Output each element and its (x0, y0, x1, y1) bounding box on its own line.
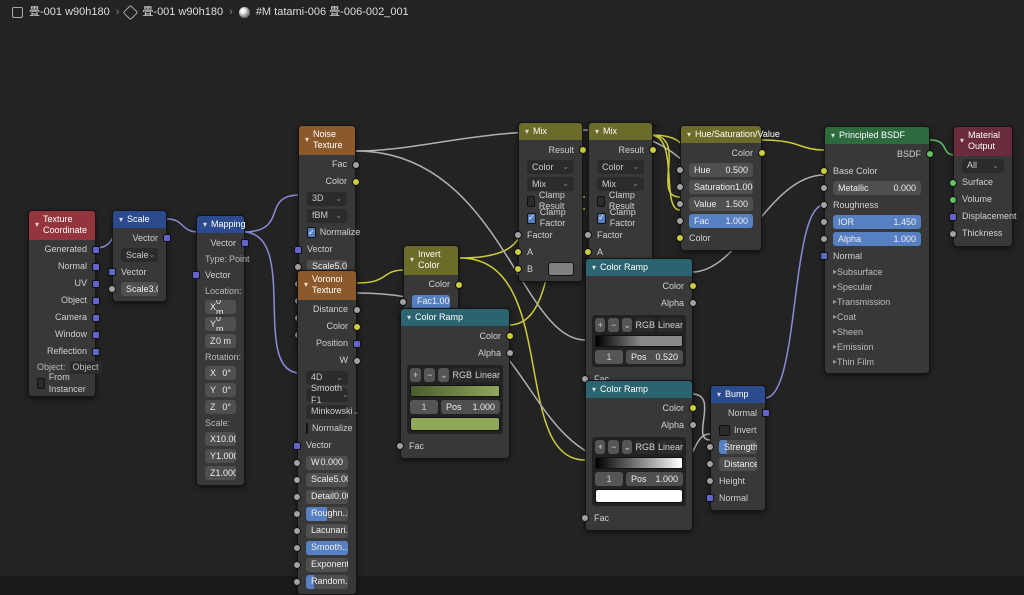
out-window: Window (55, 329, 87, 340)
loc-x[interactable]: X0 m (205, 300, 236, 314)
node-header[interactable]: Invert Color (404, 246, 458, 275)
out-vector: Vector (132, 233, 158, 244)
node-texture-coordinate[interactable]: Texture Coordinate Generated Normal UV O… (28, 210, 96, 397)
ramp-color[interactable] (410, 417, 500, 431)
node-scale[interactable]: Scale Vector Scale Vector Scale3.000 (112, 210, 167, 302)
node-header[interactable]: Mix (519, 123, 582, 140)
noise-type[interactable]: fBM (307, 209, 347, 223)
out-normal: Normal (58, 261, 87, 272)
out-color: Color (325, 176, 347, 187)
normalize-checkbox[interactable]: Normalize (306, 423, 348, 434)
material-icon (239, 7, 250, 18)
node-material-output[interactable]: Material Output All Surface Volume Displ… (953, 126, 1013, 247)
bc-material[interactable]: #M tatami-006 畳-006-002_001 (256, 6, 409, 20)
chevron-right-icon: › (116, 6, 120, 20)
breadcrumb: 畳-001 w90h180 › 畳-001 w90h180 › #M tatam… (12, 6, 409, 20)
voronoi-metric[interactable]: Minkowski (306, 405, 348, 419)
node-bump[interactable]: Bump Normal Invert Strength0.200 Distanc… (710, 385, 766, 511)
in-vector: Vector (121, 267, 147, 278)
node-mix-1[interactable]: Mix Result Color Mix Clamp Result ✓Clamp… (518, 122, 583, 282)
out-uv: UV (74, 278, 87, 289)
node-color-ramp-2[interactable]: Color Ramp Color Alpha +−⌄RGBLinear 1Pos… (585, 258, 693, 392)
node-color-ramp-1[interactable]: Color Ramp Color Alpha +−⌄RGBLinear 1Pos… (400, 308, 510, 459)
rot-y[interactable]: Y0° (205, 383, 236, 397)
node-principled-bsdf[interactable]: Principled BSDF BSDF Base Color Metallic… (824, 126, 930, 374)
scale-y[interactable]: Y1.000 (205, 449, 236, 463)
scale-x[interactable]: X10.000 (205, 432, 236, 446)
chevron-right-icon: › (229, 6, 233, 20)
ramp-add[interactable]: + (410, 368, 421, 382)
out-vector: Vector (210, 238, 236, 249)
node-header[interactable]: Texture Coordinate (29, 211, 95, 240)
loc-y[interactable]: Y0 m (205, 317, 236, 331)
node-header[interactable]: Color Ramp (401, 309, 509, 326)
out-generated: Generated (44, 244, 87, 255)
out-camera: Camera (55, 312, 87, 323)
node-color-ramp-3[interactable]: Color Ramp Color Alpha +−⌄RGBLinear 1Pos… (585, 380, 693, 531)
node-voronoi-texture[interactable]: Voronoi Texture Distance Color Position … (297, 270, 357, 595)
invert-fac[interactable]: Fac1.000 (412, 295, 450, 309)
node-hsv[interactable]: Hue/Saturation/Value Color Hue0.500 Satu… (680, 125, 762, 251)
node-header[interactable]: Voronoi Texture (298, 271, 356, 300)
scale-z[interactable]: Z1.000 (205, 466, 236, 480)
noise-dim[interactable]: 3D (307, 192, 347, 206)
scale-mode[interactable]: Scale (121, 248, 158, 262)
normalize-checkbox[interactable]: ✓Normalize (307, 227, 347, 238)
node-header[interactable]: Scale (113, 211, 166, 228)
out-reflection: Reflection (47, 346, 87, 357)
from-instancer-checkbox[interactable]: From Instancer (37, 372, 87, 395)
bc-mesh[interactable]: 畳-001 w90h180 (142, 6, 223, 20)
bc-object[interactable]: 畳-001 w90h180 (29, 6, 110, 20)
voronoi-feat[interactable]: Smooth F1 (306, 388, 348, 402)
scale-value[interactable]: Scale3.000 (121, 282, 158, 296)
node-mapping[interactable]: Mapping Vector Type: Point Vector Locati… (196, 215, 245, 486)
loc-z[interactable]: Z0 m (205, 334, 236, 348)
mesh-icon (123, 5, 139, 21)
node-header[interactable]: Noise Texture (299, 126, 355, 155)
out-object: Object (61, 295, 87, 306)
rot-z[interactable]: Z0° (205, 400, 236, 414)
object-icon (12, 7, 23, 18)
ramp-gradient[interactable] (410, 385, 500, 397)
mapping-type[interactable]: Point (229, 254, 250, 265)
rot-x[interactable]: X0° (205, 366, 236, 380)
ramp-del[interactable]: − (424, 368, 435, 382)
out-fac: Fac (332, 159, 347, 170)
node-header[interactable]: Mapping (197, 216, 244, 233)
